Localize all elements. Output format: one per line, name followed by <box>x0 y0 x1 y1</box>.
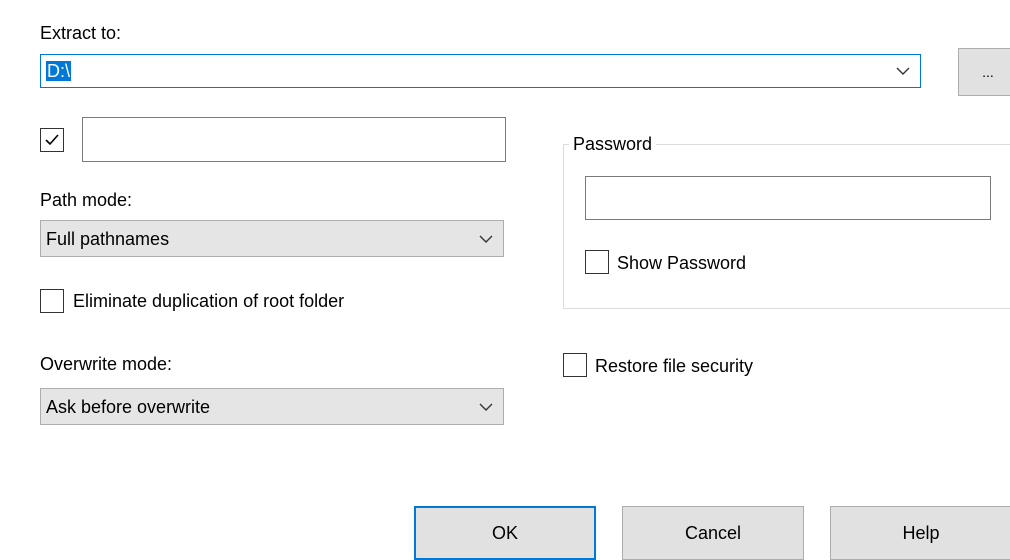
help-button[interactable]: Help <box>830 506 1010 560</box>
password-group-title: Password <box>569 133 657 155</box>
chevron-down-icon <box>479 403 493 411</box>
browse-button[interactable]: ... <box>958 48 1010 96</box>
path-mode-select[interactable]: Full pathnames <box>40 220 504 257</box>
overwrite-mode-label: Overwrite mode: <box>40 354 173 374</box>
path-mode-value: Full pathnames <box>46 228 170 249</box>
show-password-checkbox[interactable] <box>585 250 609 274</box>
destination-text-field[interactable] <box>82 117 506 162</box>
restore-security-checkbox[interactable] <box>563 353 587 377</box>
chevron-down-icon[interactable] <box>896 67 910 75</box>
chevron-down-icon <box>479 235 493 243</box>
overwrite-mode-select[interactable]: Ask before overwrite <box>40 388 504 425</box>
eliminate-root-checkbox[interactable] <box>40 289 64 313</box>
path-mode-label: Path mode: <box>40 190 133 210</box>
extract-to-label: Extract to: <box>40 23 122 43</box>
ok-button[interactable]: OK <box>414 506 596 560</box>
password-input[interactable] <box>585 176 991 220</box>
eliminate-root-label: Eliminate duplication of root folder <box>73 291 345 311</box>
show-password-label: Show Password <box>617 253 747 273</box>
password-group <box>563 144 1010 309</box>
restore-security-label: Restore file security <box>595 356 754 376</box>
checkmark-icon <box>45 134 59 146</box>
overwrite-mode-value: Ask before overwrite <box>46 396 211 417</box>
cancel-button[interactable]: Cancel <box>622 506 804 560</box>
extract-to-value: D:\ <box>46 61 72 81</box>
destination-checkbox[interactable] <box>40 128 64 152</box>
extract-to-combobox[interactable]: D:\ <box>40 54 921 88</box>
